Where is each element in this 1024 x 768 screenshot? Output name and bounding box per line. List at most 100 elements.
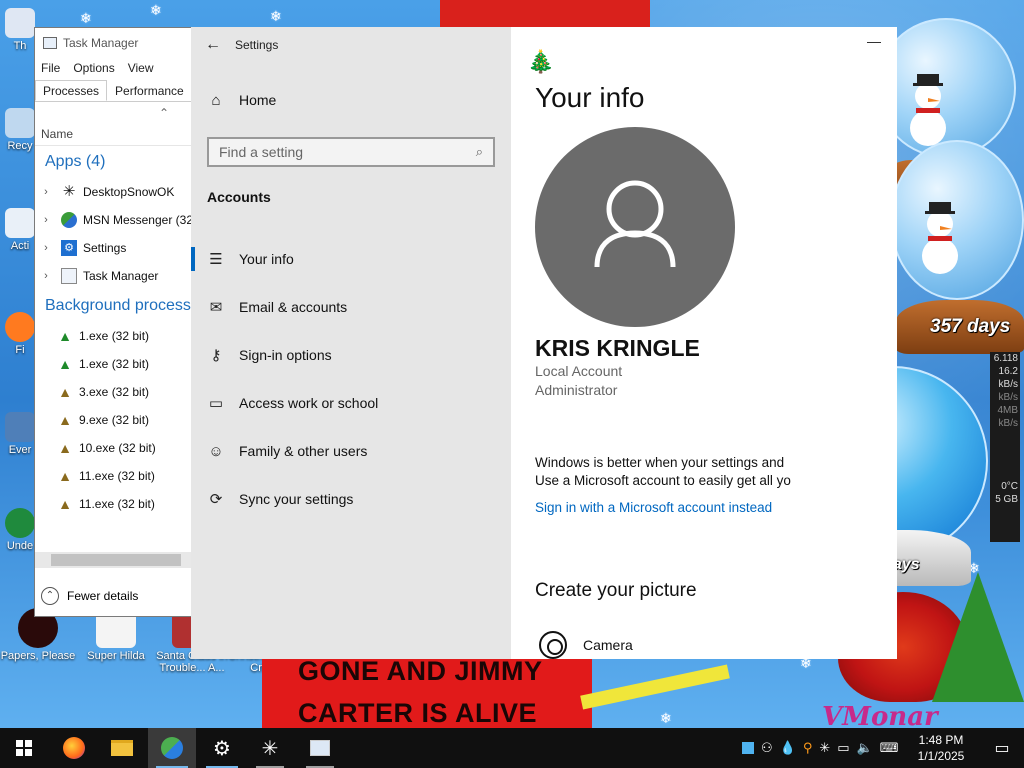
nav-home-label: Home bbox=[239, 92, 277, 108]
gear-icon: ⚙ bbox=[61, 240, 77, 256]
start-button[interactable] bbox=[0, 728, 48, 768]
nav-email-accounts[interactable]: ✉ Email & accounts bbox=[191, 283, 511, 331]
nav-item-label: Access work or school bbox=[239, 395, 379, 411]
process-row[interactable]: ▲ 10.exe (32 bit) bbox=[35, 434, 193, 462]
process-name: 3.exe (32 bit) bbox=[79, 385, 150, 399]
search-icon: ⌕ bbox=[475, 144, 483, 159]
process-row[interactable]: › ✳ DesktopSnowOK bbox=[35, 178, 193, 206]
nav-item-label: Your info bbox=[239, 251, 294, 267]
ms-account-signin-link[interactable]: Sign in with a Microsoft account instead bbox=[535, 500, 772, 515]
process-name: 1.exe (32 bit) bbox=[79, 357, 150, 371]
snowflake-icon: ❄ bbox=[150, 2, 162, 18]
task-manager-window[interactable]: Task Manager File Options View Processes… bbox=[34, 27, 194, 617]
back-arrow-icon[interactable]: ← bbox=[191, 27, 235, 63]
sync-icon: ⟳ bbox=[209, 491, 223, 508]
watermark-logo: VMonar bbox=[822, 702, 938, 728]
wallpaper-stripe bbox=[580, 664, 730, 710]
expand-chevron-icon[interactable]: › bbox=[35, 242, 57, 254]
task-manager-icon bbox=[310, 740, 330, 756]
expand-chevron-icon[interactable]: › bbox=[35, 270, 57, 282]
action-center-button[interactable]: ▭ bbox=[980, 728, 1024, 768]
taskbar-settings[interactable]: ⚙ bbox=[198, 728, 246, 768]
search-placeholder: Find a setting bbox=[219, 144, 304, 160]
process-row[interactable]: ▲ 9.exe (32 bit) bbox=[35, 406, 193, 434]
sort-chevron-icon[interactable]: ⌃ bbox=[35, 102, 193, 124]
avatar bbox=[535, 127, 735, 327]
desktop-icon[interactable]: Acti bbox=[2, 208, 38, 252]
nav-access-work-school[interactable]: ▭ Access work or school bbox=[191, 379, 511, 427]
menu-options[interactable]: Options bbox=[73, 61, 114, 75]
snowflake-icon: ❄ bbox=[660, 710, 672, 726]
process-row[interactable]: › MSN Messenger (32 bbox=[35, 206, 193, 234]
process-row[interactable]: ▲ 1.exe (32 bit) bbox=[35, 350, 193, 378]
task-manager-titlebar[interactable]: Task Manager bbox=[35, 28, 193, 58]
desktop-icon[interactable]: Ever bbox=[2, 412, 38, 456]
window-title: Task Manager bbox=[63, 36, 139, 50]
column-header-name[interactable]: Name bbox=[35, 124, 193, 146]
system-tray: ⚇ 💧 ⚲ ✳ ▭ 🔈 ⌨ bbox=[742, 728, 899, 768]
fewer-details-label: Fewer details bbox=[67, 589, 139, 603]
settings-titlebar[interactable]: ← Settings bbox=[191, 27, 511, 63]
process-row[interactable]: ▲ 11.exe (32 bit) bbox=[35, 490, 193, 518]
network-icon[interactable]: ▭ bbox=[837, 740, 849, 756]
menu-bar: File Options View bbox=[35, 58, 193, 78]
process-name: 1.exe (32 bit) bbox=[79, 329, 150, 343]
process-name: DesktopSnowOK bbox=[83, 185, 175, 199]
desktop-icon-firefox[interactable]: Fi bbox=[2, 312, 38, 356]
tray-square-icon[interactable] bbox=[742, 742, 754, 754]
search-input[interactable]: Find a setting ⌕ bbox=[207, 137, 495, 167]
tab-performance[interactable]: Performance bbox=[107, 80, 192, 101]
camera-icon bbox=[539, 631, 567, 659]
tray-search-icon[interactable]: ⚲ bbox=[803, 740, 813, 756]
briefcase-icon: ▭ bbox=[208, 395, 224, 412]
desktop-icon[interactable]: Th bbox=[2, 8, 38, 52]
nav-sign-in-options[interactable]: ⚷ Sign-in options bbox=[191, 331, 511, 379]
process-row[interactable]: ▲ 3.exe (32 bit) bbox=[35, 378, 193, 406]
taskbar-firefox[interactable] bbox=[50, 728, 98, 768]
tree-icon: ▲ bbox=[58, 496, 72, 512]
settings-window[interactable]: ← Settings ⌂ Home Find a setting ⌕ Accou… bbox=[191, 27, 897, 659]
tray-people-icon[interactable]: ⚇ bbox=[761, 740, 773, 756]
task-manager-icon bbox=[61, 268, 77, 284]
minimize-button[interactable]: — bbox=[867, 33, 881, 49]
nav-sync-settings[interactable]: ⟳ Sync your settings bbox=[191, 475, 511, 523]
tray-drop-icon[interactable]: 💧 bbox=[780, 740, 796, 756]
ms-account-promo-text: Use a Microsoft account to easily get al… bbox=[535, 473, 791, 488]
snowflake-icon: ✳ bbox=[261, 737, 279, 760]
chevron-up-icon: ⌃ bbox=[41, 587, 59, 605]
fewer-details-button[interactable]: ⌃ Fewer details bbox=[35, 580, 193, 612]
tree-icon: ▲ bbox=[58, 356, 72, 372]
volume-icon[interactable]: 🔈 bbox=[857, 740, 873, 756]
firefox-icon bbox=[63, 737, 85, 759]
process-name: 9.exe (32 bit) bbox=[79, 413, 150, 427]
taskbar-task-manager[interactable] bbox=[296, 728, 344, 768]
taskbar-msn-messenger[interactable] bbox=[148, 728, 196, 768]
desktop-icon[interactable]: Unde bbox=[2, 508, 38, 552]
process-row[interactable]: ▲ 1.exe (32 bit) bbox=[35, 322, 193, 350]
taskbar: ⚙ ✳ ⚇ 💧 ⚲ ✳ ▭ 🔈 ⌨ 1:48 PM 1/1/2025 ▭ bbox=[0, 728, 1024, 768]
create-picture-heading: Create your picture bbox=[535, 580, 697, 601]
nav-your-info[interactable]: ☰ Your info bbox=[191, 235, 511, 283]
nav-home[interactable]: ⌂ Home bbox=[191, 85, 511, 115]
scrollbar-thumb[interactable] bbox=[51, 554, 181, 566]
tab-processes[interactable]: Processes bbox=[35, 80, 108, 101]
camera-option[interactable]: Camera bbox=[539, 631, 633, 659]
keyboard-icon[interactable]: ⌨ bbox=[880, 740, 899, 756]
tray-snowflake-icon[interactable]: ✳ bbox=[819, 740, 830, 756]
menu-file[interactable]: File bbox=[41, 61, 60, 75]
taskbar-file-explorer[interactable] bbox=[98, 728, 146, 768]
expand-chevron-icon[interactable]: › bbox=[35, 214, 57, 226]
desktop-icon-recycle-bin[interactable]: Recy bbox=[2, 108, 38, 152]
user-name: KRIS KRINGLE bbox=[535, 335, 700, 361]
horizontal-scrollbar[interactable] bbox=[35, 552, 193, 568]
process-row[interactable]: ▲ 11.exe (32 bit) bbox=[35, 462, 193, 490]
expand-chevron-icon[interactable]: › bbox=[35, 186, 57, 198]
taskbar-clock[interactable]: 1:48 PM 1/1/2025 bbox=[912, 732, 970, 764]
snowflake-icon: ❄ bbox=[80, 10, 92, 26]
process-row[interactable]: › ⚙ Settings bbox=[35, 234, 193, 262]
nav-family-other-users[interactable]: ☺ Family & other users bbox=[191, 427, 511, 475]
nav-item-label: Family & other users bbox=[239, 443, 368, 459]
taskbar-desktopsnowok[interactable]: ✳ bbox=[246, 728, 294, 768]
menu-view[interactable]: View bbox=[128, 61, 154, 75]
process-row[interactable]: › Task Manager bbox=[35, 262, 193, 290]
